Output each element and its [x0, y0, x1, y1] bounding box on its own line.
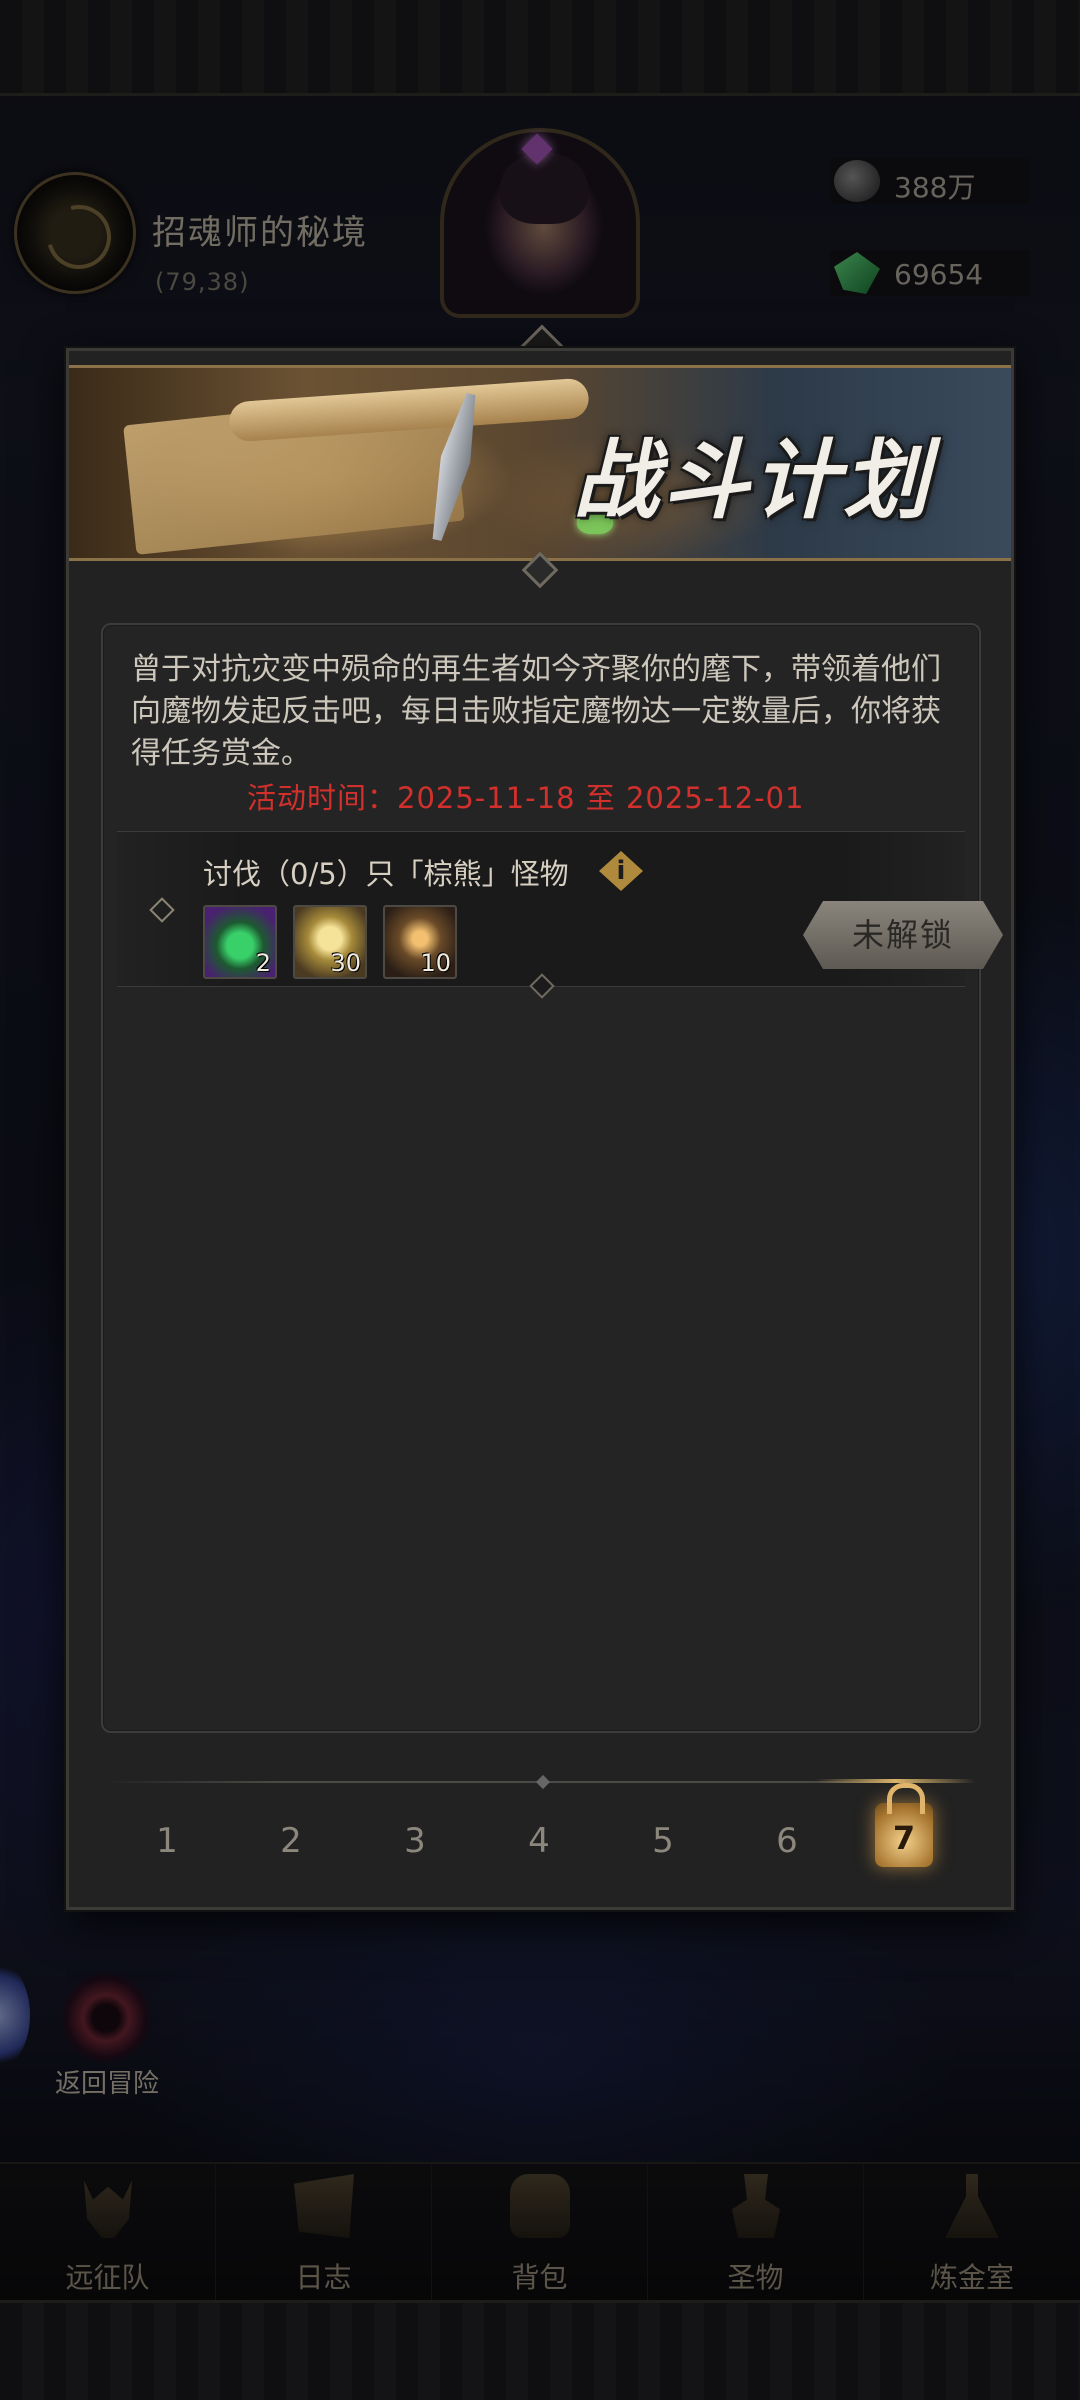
reward-count: 10: [420, 949, 451, 977]
modal-banner: 战斗计划: [69, 365, 1011, 561]
reward-count: 30: [330, 949, 361, 977]
page-tab-6[interactable]: 6: [757, 1821, 817, 1861]
page-tab-5[interactable]: 5: [633, 1821, 693, 1861]
page-divider-highlight: [815, 1779, 975, 1783]
reward-count: 2: [255, 949, 271, 977]
page-tab-3[interactable]: 3: [385, 1821, 445, 1861]
page-divider-diamond: [535, 1774, 551, 1790]
battle-plan-modal: 战斗计划 曾于对抗灾变中殒命的再生者如今齐聚你的麾下，带领着他们向魔物发起反击吧…: [66, 348, 1014, 1910]
page-tab-4[interactable]: 4: [509, 1821, 569, 1861]
modal-title: 战斗计划: [573, 430, 933, 531]
page-tab-2[interactable]: 2: [261, 1821, 321, 1861]
event-description: 曾于对抗灾变中殒命的再生者如今齐聚你的麾下，带领着他们向魔物发起反击吧，每日击败…: [131, 652, 941, 771]
page-tab-7-lock-icon[interactable]: 7: [875, 1783, 933, 1867]
event-period: 活动时间：2025-11-18 至 2025-12-01: [247, 781, 805, 815]
locked-button[interactable]: 未解锁: [803, 901, 1003, 969]
reward-lantern[interactable]: 10: [383, 905, 457, 979]
reward-green-potion[interactable]: 2: [203, 905, 277, 979]
reward-star[interactable]: 30: [293, 905, 367, 979]
task-title: 讨伐（0/5）只「棕熊」怪物: [203, 857, 569, 891]
page-tab-1[interactable]: 1: [137, 1821, 197, 1861]
